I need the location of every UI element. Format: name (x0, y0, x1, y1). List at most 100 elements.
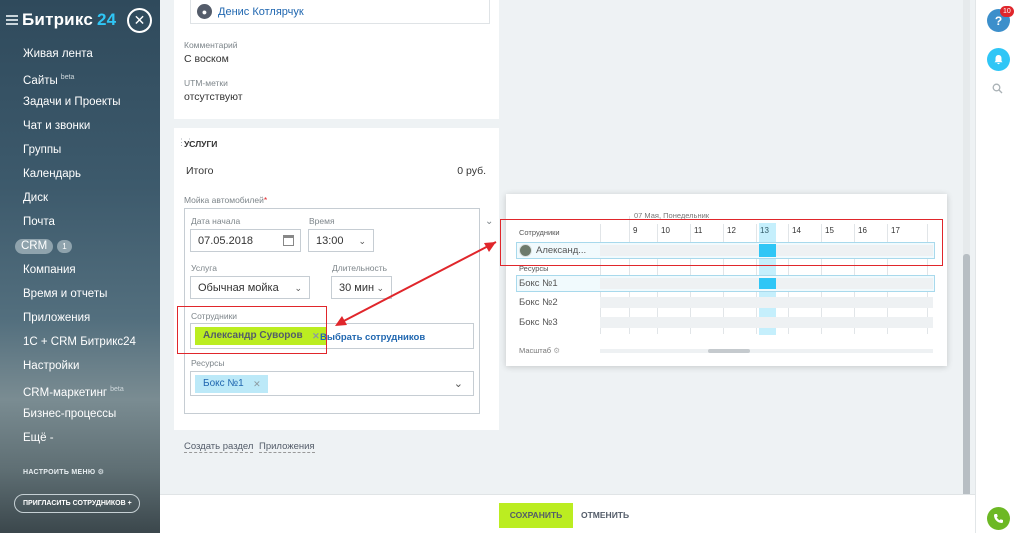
remove-icon[interactable]: ✕ (253, 375, 261, 393)
bell-icon[interactable] (987, 48, 1010, 71)
sidebar-item-apps[interactable]: Приложения (0, 306, 160, 330)
sidebar-menu: Живая лента Сайты beta Задачи и Проекты Ч… (0, 42, 160, 450)
deal-info-card: ● Денис Котлярчук Комментарий С воском U… (174, 0, 499, 119)
scrollbar-thumb[interactable] (963, 254, 970, 522)
choose-staff-link[interactable]: Выбрать сотрудников (320, 332, 425, 343)
sidebar-item-1c[interactable]: 1С + CRM Битрикс24 (0, 330, 160, 354)
resource-tag-label: Бокс №1 (203, 378, 244, 389)
create-section-link[interactable]: Создать раздел (184, 441, 254, 453)
sidebar-item-label: CRM (15, 239, 54, 254)
sidebar-item-label: Задачи и Проекты (23, 96, 121, 108)
cancel-button[interactable]: ОТМЕНИТЬ (581, 503, 629, 528)
sidebar-item-settings[interactable]: Настройки (0, 354, 160, 378)
chevron-down-icon: ⌄ (376, 283, 384, 293)
sidebar-item-company[interactable]: Компания (0, 258, 160, 282)
resources-label: Ресурсы (191, 358, 225, 368)
sidebar-item-feed[interactable]: Живая лента (0, 42, 160, 66)
comment-value: С воском (184, 53, 229, 65)
sidebar-item-sites[interactable]: Сайты beta (0, 66, 160, 90)
right-toolbar: ? 10 (975, 0, 1024, 533)
sidebar-item-disk[interactable]: Диск (0, 186, 160, 210)
resource-timeline (600, 317, 933, 328)
logo-text: Битрикс (22, 10, 93, 29)
sidebar-item-label: Группы (23, 144, 62, 156)
responsible-user-link[interactable]: Денис Котлярчук (218, 6, 304, 18)
scrollbar-track[interactable] (963, 0, 970, 525)
chevron-down-icon[interactable]: ⌄ (485, 216, 493, 227)
save-button[interactable]: СОХРАНИТЬ (499, 503, 573, 528)
sidebar-item-label: Компания (23, 264, 76, 276)
resource-tag: Бокс №1 ✕ (195, 375, 268, 393)
sidebar-item-label: Ещё - (23, 432, 54, 444)
sidebar-item-label: CRM-маркетинг (23, 386, 108, 399)
sidebar-item-label: Настройки (23, 360, 80, 372)
service-value: Обычная мойка (198, 281, 279, 294)
sidebar-item-label: 1С + CRM Битрикс24 (23, 336, 136, 348)
service-label: Услуга (191, 263, 217, 273)
scale-label: Масштаб ⚙ (519, 346, 560, 355)
phone-icon[interactable] (987, 507, 1010, 530)
plus-icon: + (127, 500, 132, 507)
chevron-down-icon[interactable]: ⌄ (454, 377, 463, 390)
sidebar-item-more[interactable]: Ещё - (0, 426, 160, 450)
time-value: 13:00 (316, 234, 344, 247)
configure-menu-label: НАСТРОИТЬ МЕНЮ (23, 469, 96, 476)
scale-label-text: Масштаб (519, 346, 552, 355)
responsible-user-card: ● Денис Котлярчук (190, 0, 490, 24)
calendar-icon[interactable] (283, 235, 294, 246)
sidebar-item-label: Диск (23, 192, 48, 204)
resource-booking-block[interactable] (759, 278, 776, 289)
logo-number: 24 (96, 10, 117, 29)
close-icon[interactable]: ✕ (127, 8, 152, 33)
logo[interactable]: Битрикс 24 (22, 10, 116, 30)
utm-label: UTM-метки (184, 78, 228, 88)
duration-label: Длительность (332, 263, 388, 273)
duration-value: 30 мин (339, 281, 375, 294)
help-badge: 10 (1000, 6, 1014, 17)
time-select[interactable]: 13:00 ⌄ (308, 229, 374, 252)
sidebar-item-crm-marketing[interactable]: CRM-маркетинг beta (0, 378, 160, 402)
services-card: ⋮⋮ УСЛУГИ Итого 0 руб. Мойка автомобилей… (174, 128, 499, 430)
left-sidebar: Битрикс 24 ✕ Живая лента Сайты beta Задачи… (0, 0, 160, 533)
booking-label: Мойка автомобилей* (184, 195, 268, 205)
sidebar-item-groups[interactable]: Группы (0, 138, 160, 162)
search-icon[interactable] (992, 83, 1003, 94)
sidebar-item-label: Время и отчеты (23, 288, 108, 300)
sidebar-item-tasks[interactable]: Задачи и Проекты (0, 90, 160, 114)
sidebar-item-label: Сайты (23, 74, 58, 87)
highlight-staff-box (177, 306, 327, 354)
crm-counter: 1 (57, 240, 72, 253)
configure-menu-button[interactable]: НАСТРОИТЬ МЕНЮ ⚙ (23, 468, 104, 476)
chevron-down-icon: ⌄ (358, 236, 366, 246)
scale-slider-handle[interactable] (708, 349, 750, 353)
resource-timeline (600, 297, 933, 308)
menu-icon[interactable] (6, 15, 18, 25)
duration-select[interactable]: 30 мин ⌄ (331, 276, 392, 299)
gear-icon[interactable]: ⚙ (553, 346, 560, 355)
start-date-field[interactable]: 07.05.2018 (190, 229, 301, 252)
beta-badge: beta (110, 386, 124, 393)
sidebar-item-bizproc[interactable]: Бизнес-процессы (0, 402, 160, 426)
sidebar-item-calendar[interactable]: Календарь (0, 162, 160, 186)
invite-employees-button[interactable]: ПРИГЛАСИТЬ СОТРУДНИКОВ + (14, 494, 140, 513)
sidebar-item-label: Почта (23, 216, 55, 228)
service-select[interactable]: Обычная мойка ⌄ (190, 276, 310, 299)
apps-link[interactable]: Приложения (259, 441, 315, 453)
resource-row-name: Бокс №2 (519, 297, 558, 308)
sidebar-item-label: Живая лента (23, 48, 93, 60)
total-label: Итого (186, 165, 214, 177)
user-icon: ● (197, 4, 212, 19)
chevron-down-icon: ⌄ (294, 283, 302, 293)
sidebar-item-crm[interactable]: CRM 1 (0, 234, 160, 258)
sidebar-item-mail[interactable]: Почта (0, 210, 160, 234)
sidebar-item-label: Чат и звонки (23, 120, 91, 132)
sidebar-item-label: Приложения (23, 312, 91, 324)
sidebar-item-label: Календарь (23, 168, 82, 180)
sidebar-item-chat[interactable]: Чат и звонки (0, 114, 160, 138)
scale-slider[interactable] (600, 349, 933, 353)
gear-icon: ⚙ (97, 469, 105, 476)
sidebar-item-label: Бизнес-процессы (23, 408, 117, 420)
total-value: 0 руб. (457, 165, 486, 177)
beta-badge: beta (60, 74, 75, 81)
sidebar-item-time[interactable]: Время и отчеты (0, 282, 160, 306)
